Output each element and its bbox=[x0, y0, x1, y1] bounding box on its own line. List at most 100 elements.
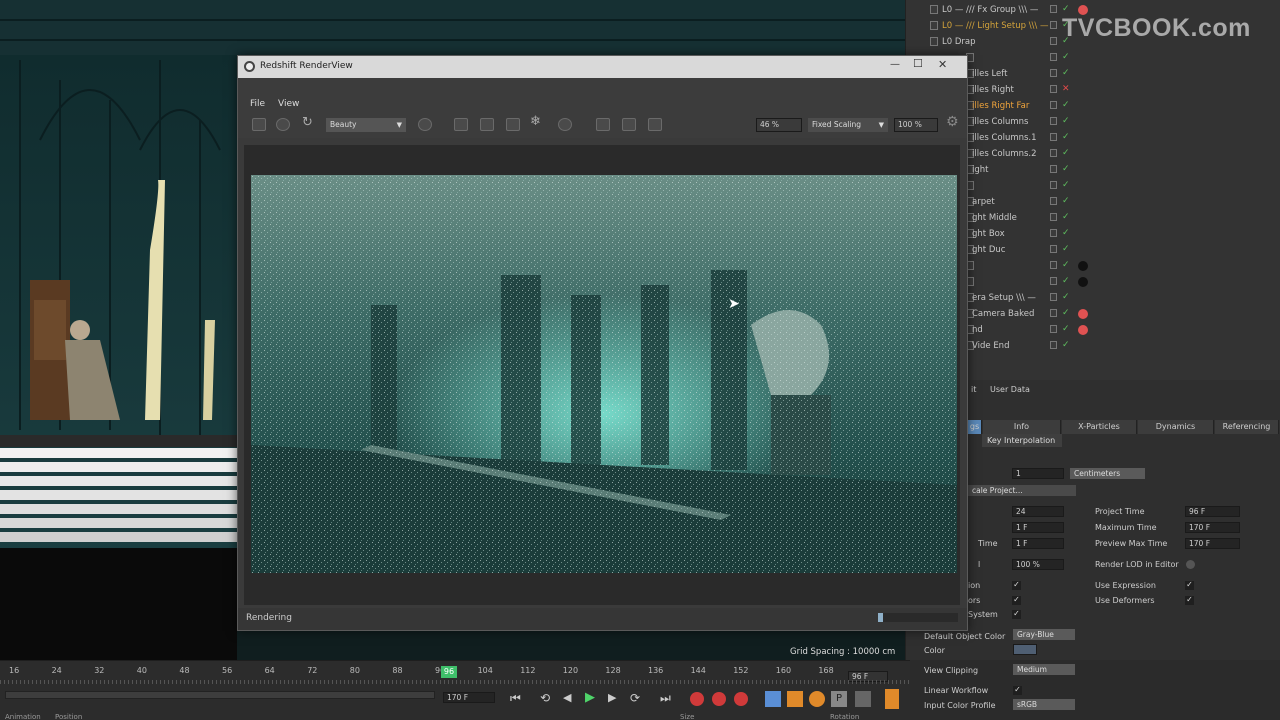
use-expression-checkbox[interactable]: ✓ bbox=[1185, 581, 1194, 590]
minimize-button[interactable]: — bbox=[890, 59, 900, 70]
enabled-check-icon[interactable]: ✓ bbox=[1062, 196, 1070, 206]
compare-icon[interactable] bbox=[648, 118, 662, 131]
visibility-icon[interactable] bbox=[1050, 149, 1057, 157]
parameter-key-icon[interactable]: P bbox=[831, 691, 847, 707]
visibility-icon[interactable] bbox=[1050, 293, 1057, 301]
step-forward-icon[interactable]: ▶ bbox=[608, 691, 616, 704]
circle-select-icon[interactable] bbox=[558, 118, 572, 131]
move-key-icon[interactable] bbox=[765, 691, 781, 707]
scale-project-button[interactable]: cale Project... bbox=[968, 485, 1076, 496]
enabled-check-icon[interactable]: ✓ bbox=[1062, 260, 1070, 270]
loop-forward-icon[interactable]: ⟳ bbox=[630, 691, 640, 705]
visibility-icon[interactable] bbox=[1050, 245, 1057, 253]
lock-icon[interactable] bbox=[480, 118, 494, 131]
rotate-key-icon[interactable] bbox=[809, 691, 825, 707]
enabled-check-icon[interactable]: ✓ bbox=[1062, 324, 1070, 334]
visibility-icon[interactable] bbox=[1050, 325, 1057, 333]
enabled-check-icon[interactable]: ✓ bbox=[1062, 308, 1070, 318]
go-to-end-icon[interactable]: ⏭ bbox=[660, 691, 671, 706]
enabled-check-icon[interactable]: ✓ bbox=[1062, 52, 1070, 62]
preview-min-field[interactable]: 1 F bbox=[1012, 538, 1064, 549]
enabled-check-icon[interactable]: ✓ bbox=[1062, 68, 1070, 78]
visibility-icon[interactable] bbox=[1050, 53, 1057, 61]
visibility-icon[interactable] bbox=[1050, 261, 1057, 269]
menu-view[interactable]: View bbox=[278, 99, 299, 109]
loop-icon[interactable]: ⟲ bbox=[540, 691, 550, 705]
fps-field[interactable]: 24 bbox=[1012, 506, 1064, 517]
gear-icon[interactable]: ⚙ bbox=[946, 114, 959, 130]
ion-checkbox[interactable]: ✓ bbox=[1012, 581, 1021, 590]
linear-workflow-checkbox[interactable]: ✓ bbox=[1013, 686, 1022, 695]
enabled-check-icon[interactable]: ✓ bbox=[1062, 244, 1070, 254]
timeline[interactable]: 16 24 32 40 48 56 64 72 80 88 96 104 112 120 128 136 144… bbox=[0, 660, 910, 720]
visibility-icon[interactable] bbox=[1050, 309, 1057, 317]
grid-icon[interactable] bbox=[506, 118, 520, 131]
enabled-check-icon[interactable]: ✓ bbox=[1062, 212, 1070, 222]
crop-icon[interactable] bbox=[454, 118, 468, 131]
play-icon[interactable]: ▶ bbox=[585, 690, 595, 705]
timeline-track[interactable] bbox=[0, 680, 910, 684]
range-slider[interactable] bbox=[5, 691, 435, 699]
go-to-start-icon[interactable]: ⏮ bbox=[510, 691, 521, 706]
system-checkbox[interactable]: ✓ bbox=[1012, 610, 1021, 619]
visibility-icon[interactable] bbox=[1050, 133, 1057, 141]
close-button[interactable]: ✕ bbox=[938, 58, 947, 71]
disabled-icon[interactable]: ✕ bbox=[1062, 84, 1070, 94]
visibility-icon[interactable] bbox=[1050, 181, 1057, 189]
ors-checkbox[interactable]: ✓ bbox=[1012, 596, 1021, 605]
visibility-icon[interactable] bbox=[1050, 213, 1057, 221]
visibility-icon[interactable] bbox=[1050, 229, 1057, 237]
basic-tab-header[interactable]: it bbox=[971, 385, 976, 394]
visibility-icon[interactable] bbox=[1050, 21, 1057, 29]
snowflake-icon[interactable]: ❄ bbox=[530, 114, 541, 129]
key-interpolation-tab[interactable]: Key Interpolation bbox=[982, 434, 1062, 447]
render-canvas-area[interactable]: ➤ bbox=[244, 145, 960, 605]
user-data-tab-header[interactable]: User Data bbox=[990, 385, 1030, 394]
add-snapshot-icon[interactable] bbox=[622, 118, 636, 131]
enabled-check-icon[interactable]: ✓ bbox=[1062, 132, 1070, 142]
attribute-tab[interactable]: X-Particles bbox=[1062, 420, 1137, 434]
enabled-check-icon[interactable]: ✓ bbox=[1062, 164, 1070, 174]
attribute-tab[interactable]: Referencing bbox=[1215, 420, 1279, 434]
enabled-check-icon[interactable]: ✓ bbox=[1062, 228, 1070, 238]
attribute-tab[interactable]: Dynamics bbox=[1138, 420, 1214, 434]
use-deformers-checkbox[interactable]: ✓ bbox=[1185, 596, 1194, 605]
enabled-check-icon[interactable]: ✓ bbox=[1062, 4, 1070, 14]
visibility-icon[interactable] bbox=[1050, 69, 1057, 77]
visibility-icon[interactable] bbox=[1050, 277, 1057, 285]
enabled-check-icon[interactable]: ✓ bbox=[1062, 292, 1070, 302]
zoom-field[interactable]: 46 % bbox=[756, 118, 802, 132]
max-time-field[interactable]: 170 F bbox=[1185, 522, 1240, 533]
render-lod-checkbox[interactable] bbox=[1186, 560, 1195, 569]
scaling-dropdown[interactable]: Fixed Scaling ▼ bbox=[808, 118, 888, 132]
aov-dropdown[interactable]: Beauty ▼ bbox=[326, 118, 406, 132]
step-back-icon[interactable]: ◀ bbox=[563, 691, 571, 704]
keyframe-selection-icon[interactable] bbox=[734, 692, 748, 706]
scale-key-icon[interactable] bbox=[787, 691, 803, 707]
visibility-icon[interactable] bbox=[1050, 85, 1057, 93]
menu-file[interactable]: File bbox=[250, 99, 265, 109]
attribute-tab[interactable]: Info bbox=[983, 420, 1061, 434]
pla-key-icon[interactable] bbox=[855, 691, 871, 707]
save-image-icon[interactable] bbox=[596, 118, 610, 131]
clapper-icon[interactable] bbox=[252, 118, 266, 131]
enabled-check-icon[interactable]: ✓ bbox=[1062, 276, 1070, 286]
default-color-dropdown[interactable]: Gray-Blue bbox=[1013, 629, 1075, 640]
visibility-icon[interactable] bbox=[1050, 101, 1057, 109]
refresh-icon[interactable]: ↻ bbox=[302, 115, 313, 130]
maximize-button[interactable]: ☐ bbox=[913, 57, 923, 70]
project-time-field[interactable]: 96 F bbox=[1185, 506, 1240, 517]
preview-max-field[interactable]: 170 F bbox=[1185, 538, 1240, 549]
enabled-check-icon[interactable]: ✓ bbox=[1062, 116, 1070, 126]
visibility-icon[interactable] bbox=[1050, 165, 1057, 173]
playhead[interactable]: 96 bbox=[441, 666, 457, 678]
renderview-titlebar[interactable]: Redshift RenderView — ☐ ✕ bbox=[238, 56, 967, 78]
end-frame-field[interactable]: 170 F bbox=[443, 692, 495, 703]
stop-render-icon[interactable] bbox=[276, 118, 290, 131]
visibility-icon[interactable] bbox=[1050, 341, 1057, 349]
tag-icon[interactable] bbox=[1078, 277, 1088, 287]
enabled-check-icon[interactable]: ✓ bbox=[1062, 180, 1070, 190]
color-swatch[interactable] bbox=[1013, 644, 1037, 655]
autokey-icon[interactable] bbox=[712, 692, 726, 706]
percent-field[interactable]: 100 % bbox=[894, 118, 938, 132]
